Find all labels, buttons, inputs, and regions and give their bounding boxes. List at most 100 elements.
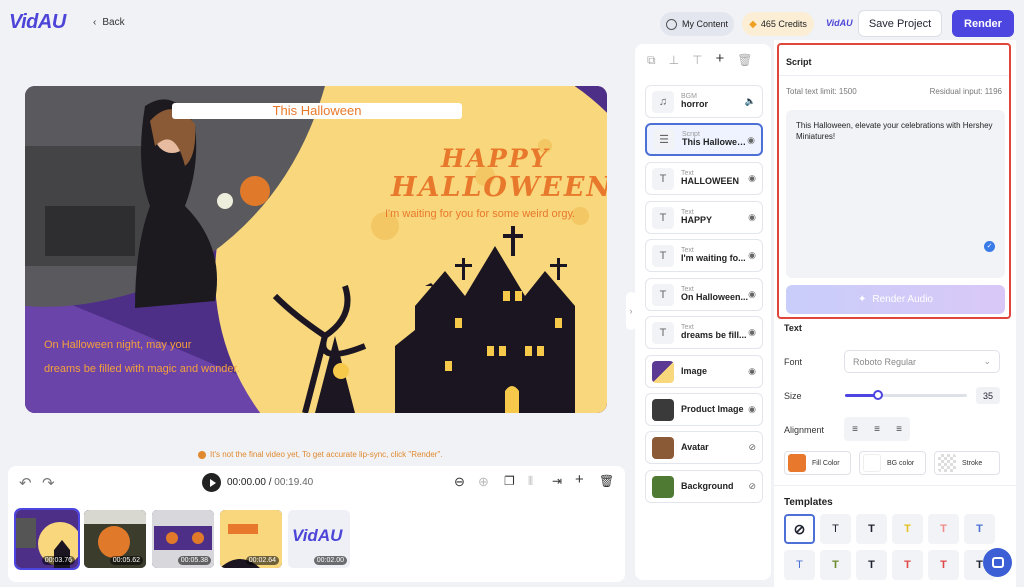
template-green[interactable]: T <box>820 550 851 580</box>
timeline-panel: ↶ ↷ 00:00.00 / 00:19.40 ⊖ ⊕ ❐ ⫴ ⇥ + 🗑 00… <box>8 466 625 582</box>
layer-text-dreams[interactable]: T Text dreams be fill... ◉ <box>645 316 763 349</box>
zoom-in-icon[interactable]: ⊕ <box>478 474 489 490</box>
headline-halloween[interactable]: HALLOWEEN <box>391 172 607 203</box>
trash-icon[interactable]: 🗑 <box>737 53 752 68</box>
template-yellow[interactable]: T <box>892 514 923 544</box>
caption-line-2[interactable]: dreams be filled with magic and wonder. <box>44 363 240 375</box>
delete-icon[interactable]: 🗑 <box>599 474 614 488</box>
credits-badge[interactable]: ◆ 465 Credits <box>742 12 814 36</box>
scene-thumbnails: 00:03.76 00:05.62 00:05.38 00:02.64 VidA… <box>14 508 350 570</box>
eye-icon[interactable]: ◉ <box>748 173 756 184</box>
eye-icon[interactable]: ◉ <box>748 404 756 415</box>
align-center-icon[interactable]: ≡ <box>874 424 880 435</box>
layer-product-image[interactable]: Product Image ◉ <box>645 393 763 426</box>
vidau-logo[interactable]: VidAU <box>9 11 66 34</box>
script-title: Script <box>786 57 812 67</box>
scene-duration: 00:05.62 <box>109 556 143 565</box>
size-value-input[interactable]: 35 <box>976 387 1000 404</box>
size-label: Size <box>784 391 802 401</box>
layer-text-on-halloween[interactable]: T Text On Halloween... ◉ <box>645 278 763 311</box>
template-glyph: T <box>976 559 983 571</box>
time-separator: / <box>268 477 272 488</box>
video-preview-canvas[interactable]: This Halloween HAPPY HALLOWEEN I'm waiti… <box>25 86 607 413</box>
eye-icon[interactable]: ◉ <box>748 250 756 261</box>
vidau-mini-logo: VidAU <box>826 18 853 28</box>
template-black[interactable]: T <box>856 550 887 580</box>
font-value: Roboto Regular <box>853 357 917 367</box>
add-icon[interactable]: + <box>575 471 584 488</box>
template-plain[interactable]: T <box>820 514 851 544</box>
my-content-button[interactable]: My Content <box>660 12 734 36</box>
layer-text-happy[interactable]: T Text HAPPY ◉ <box>645 201 763 234</box>
play-button[interactable] <box>202 473 221 492</box>
layer-background[interactable]: Background ⊘ <box>645 470 763 503</box>
size-slider-handle[interactable] <box>873 390 883 400</box>
eye-icon[interactable]: ◉ <box>748 289 756 300</box>
layer-image[interactable]: Image ◉ <box>645 355 763 388</box>
insert-icon[interactable]: ⇥ <box>552 474 562 488</box>
fill-color-button[interactable]: Fill Color <box>784 451 851 475</box>
template-red-outline[interactable]: T <box>892 550 923 580</box>
playback-time: 00:00.00 / 00:19.40 <box>227 477 313 488</box>
eye-off-icon[interactable]: ⊘ <box>748 481 756 492</box>
scene-thumbnail[interactable]: 00:02.64 <box>220 510 282 568</box>
diamond-icon: ◆ <box>749 18 757 30</box>
template-blue-small[interactable]: T <box>784 550 815 580</box>
clock-icon <box>665 18 677 30</box>
undo-icon[interactable]: ↶ <box>19 474 32 492</box>
back-button[interactable]: ‹ Back <box>93 17 125 28</box>
scene-thumbnail[interactable]: VidAU 00:02.00 <box>288 510 350 568</box>
script-section: Script Total text limit: 1500 Residual i… <box>777 43 1011 319</box>
size-slider-track[interactable] <box>845 394 967 397</box>
template-bold-outline[interactable]: T <box>856 514 887 544</box>
layer-text-halloween[interactable]: T Text HALLOWEEN ◉ <box>645 162 763 195</box>
eye-icon[interactable]: ◉ <box>748 366 756 377</box>
align-left-icon[interactable]: ≡ <box>852 424 858 435</box>
add-layer-icon[interactable]: + <box>715 50 724 68</box>
font-select[interactable]: Roboto Regular ⌄ <box>844 350 1000 373</box>
layer-bgm[interactable]: ♫ BGM horror 🔈 <box>645 85 763 118</box>
sparkle-icon: ✦ <box>858 294 867 305</box>
duplicate-icon[interactable]: ⧉ <box>647 53 656 68</box>
bg-color-button[interactable]: BG color <box>859 451 926 475</box>
template-blue[interactable]: T <box>964 514 995 544</box>
align-bottom-icon[interactable]: ⊥ <box>669 53 679 68</box>
play-icon <box>209 478 216 487</box>
back-label: Back <box>102 17 125 28</box>
scene-thumbnail[interactable]: 00:05.38 <box>152 510 214 568</box>
template-glyph: T <box>796 559 803 571</box>
title-text-overlay[interactable]: This Halloween <box>172 103 462 119</box>
template-pink[interactable]: T <box>928 514 959 544</box>
check-icon: ✓ <box>984 241 995 252</box>
redo-icon[interactable]: ↷ <box>42 474 55 492</box>
alignment-label: Alignment <box>784 425 825 435</box>
stroke-button[interactable]: Stroke <box>934 451 1000 475</box>
eye-icon[interactable]: ◉ <box>747 135 755 146</box>
save-project-button[interactable]: Save Project <box>858 10 942 37</box>
template-red[interactable]: T <box>928 550 959 580</box>
volume-icon[interactable]: 🔈 <box>745 96 756 107</box>
layer-text-waiting[interactable]: T Text I'm waiting fo... ◉ <box>645 239 763 272</box>
layer-script[interactable]: ☰ ScriptThis Halloween, ... ◉ <box>645 123 763 156</box>
support-chat-button[interactable] <box>983 548 1012 577</box>
copy-icon[interactable]: ❐ <box>504 474 515 488</box>
eye-icon[interactable]: ◉ <box>748 212 756 223</box>
align-right-icon[interactable]: ≡ <box>896 424 902 435</box>
zoom-out-icon[interactable]: ⊖ <box>454 474 465 490</box>
stroke-swatch <box>938 454 956 472</box>
layer-avatar[interactable]: Avatar ⊘ <box>645 431 763 464</box>
render-audio-button[interactable]: ✦ Render Audio <box>786 285 1005 314</box>
render-button[interactable]: Render <box>952 10 1014 37</box>
headline-happy[interactable]: HAPPY <box>441 144 549 173</box>
template-glyph: T <box>832 523 839 535</box>
eye-icon[interactable]: ◉ <box>748 327 756 338</box>
scene-thumbnail[interactable]: 00:03.76 <box>14 508 80 570</box>
template-none[interactable]: ⊘ <box>784 514 815 544</box>
align-top-icon[interactable]: ⊤ <box>692 53 702 68</box>
scene-thumbnail[interactable]: 00:05.62 <box>84 510 146 568</box>
eye-off-icon[interactable]: ⊘ <box>748 442 756 453</box>
script-textarea[interactable]: This Halloween, elevate your celebration… <box>786 110 1005 278</box>
caption-line-1[interactable]: On Halloween night, may your <box>44 339 191 351</box>
subline-text[interactable]: I'm waiting for you for some weird orgy. <box>385 208 575 220</box>
split-icon[interactable]: ⫴ <box>528 474 533 489</box>
